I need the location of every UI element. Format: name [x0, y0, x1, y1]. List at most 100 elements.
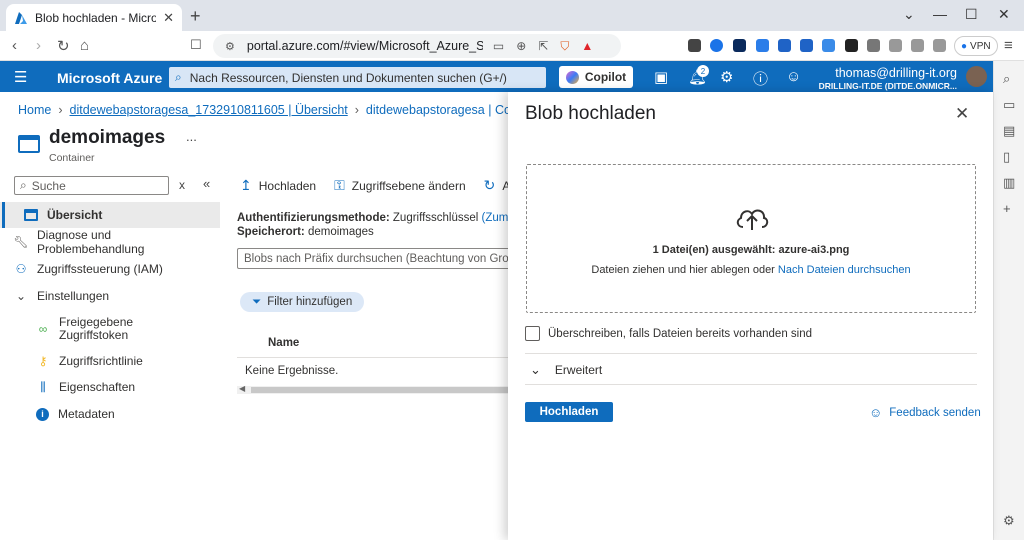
download-icon[interactable] — [911, 39, 924, 52]
menu-item-settings[interactable]: ⌄ Einstellungen — [14, 283, 220, 309]
upload-command[interactable]: ↥ Hochladen — [240, 177, 316, 194]
divider — [525, 353, 977, 354]
advanced-expander[interactable]: ⌄ Erweitert — [530, 362, 602, 378]
cast-icon[interactable]: ▭ — [493, 39, 504, 53]
user-tenant: DRILLING-IT.DE (DITDE.ONMICR... — [818, 81, 957, 91]
extension-tool-icon[interactable] — [800, 39, 813, 52]
extension-lock-icon[interactable] — [845, 39, 858, 52]
browser-tab[interactable]: Blob hochladen - Microsoft Azure ✕ — [6, 4, 182, 31]
browser-toolbar: ‹ › ↻ ⌂ ☐ ⚙ portal.azure.com/#view/Micro… — [0, 31, 1024, 61]
forward-icon[interactable]: › — [36, 37, 41, 54]
sidebar-settings-icon[interactable]: ⚙ — [1003, 513, 1015, 529]
chevron-down-icon: ⌄ — [15, 289, 27, 303]
feedback-person-icon: ☺ — [869, 405, 883, 420]
breadcrumb-home[interactable]: Home — [18, 103, 51, 117]
upload-blob-panel: Blob hochladen ✕ 1 Datei(en) ausgewählt:… — [508, 92, 993, 540]
clear-search-icon[interactable]: x — [179, 178, 185, 192]
menu-item-properties[interactable]: ⫼ Eigenschaften — [36, 374, 242, 400]
brave-rewards-icon[interactable]: ▲ — [581, 39, 593, 53]
extension-translate-icon[interactable] — [822, 39, 835, 52]
global-search-input[interactable]: ⌕ Nach Ressourcen, Diensten und Dokument… — [169, 67, 546, 88]
browser-menu-icon[interactable]: ≡ — [1004, 37, 1013, 54]
cloud-shell-icon[interactable]: ▣ — [654, 68, 668, 86]
sidebar-search-icon[interactable]: ⌕ — [1003, 71, 1010, 87]
add-filter-button[interactable]: ⏷ Filter hinzufügen — [240, 292, 365, 312]
vpn-button[interactable]: ● VPN — [954, 36, 998, 56]
menu-item-metadata[interactable]: i Metadaten — [36, 401, 242, 427]
collapse-menu-icon[interactable]: « — [203, 176, 210, 191]
menu-item-sas[interactable]: ∞ Freigegebene Zugriffstoken — [36, 314, 242, 344]
breadcrumb-overview[interactable]: ditdewebapstoragesa_1732910811605 | Über… — [70, 103, 348, 117]
maximize-icon[interactable]: ☐ — [965, 6, 978, 23]
page-subtitle: Container — [49, 152, 95, 164]
zoom-icon[interactable]: ⊕ — [516, 39, 526, 53]
panel-title: Blob hochladen — [525, 103, 656, 124]
tab-close-icon[interactable]: ✕ — [163, 10, 174, 26]
search-icon: ⌕ — [20, 178, 27, 192]
brave-shield-icon[interactable]: ⛉ — [560, 39, 569, 54]
copilot-button[interactable]: Copilot — [559, 66, 633, 88]
upload-button[interactable]: Hochladen — [525, 402, 613, 422]
link-icon: ∞ — [38, 322, 48, 336]
settings-gear-icon[interactable]: ⚙ — [720, 68, 733, 86]
azure-brand[interactable]: Microsoft Azure — [57, 70, 162, 86]
portal-menu-icon[interactable]: ☰ — [14, 68, 27, 86]
overwrite-checkbox[interactable]: Überschreiben, falls Dateien bereits vor… — [525, 326, 812, 341]
user-email: thomas@drilling-it.org — [835, 66, 957, 80]
close-icon[interactable]: ✕ — [955, 104, 969, 124]
file-drop-zone[interactable]: 1 Datei(en) ausgewählt: azure-ai3.png Da… — [526, 164, 976, 313]
menu-item-diagnose[interactable]: 🔧︎ Diagnose und Problembehandlung — [13, 228, 220, 256]
share-icon[interactable]: ⇱ — [538, 39, 548, 53]
column-header-name[interactable]: Name — [268, 337, 299, 349]
feedback-icon[interactable]: ☺ — [786, 68, 801, 85]
reload-icon[interactable]: ↻ — [57, 37, 70, 55]
extension-sync-icon[interactable] — [710, 39, 723, 52]
bookmark-icon[interactable]: ☐ — [190, 37, 202, 53]
more-options-icon[interactable]: ... — [186, 129, 197, 144]
sidebar-add-icon[interactable]: + — [1003, 201, 1011, 216]
account-menu[interactable]: thomas@drilling-it.org DRILLING-IT.DE (D… — [819, 66, 957, 91]
breadcrumb-separator-icon: › — [354, 103, 359, 117]
sidebar-video-icon[interactable]: ▭ — [1003, 97, 1015, 113]
info-icon: i — [36, 407, 49, 421]
address-bar[interactable]: ⚙ portal.azure.com/#view/Microsoft_Azure… — [213, 34, 621, 58]
back-icon[interactable]: ‹ — [12, 37, 17, 54]
help-icon[interactable]: ⓘ — [753, 68, 768, 89]
extension-x-icon[interactable] — [733, 39, 746, 52]
menu-item-iam[interactable]: ⚇ Zugriffssteuerung (IAM) — [14, 256, 220, 282]
extension-puzzle-icon[interactable] — [688, 39, 701, 52]
sidebar-bookmark-icon[interactable]: ▯ — [1003, 149, 1010, 165]
extension-gear-icon[interactable] — [778, 39, 791, 52]
checkbox-box[interactable] — [525, 326, 540, 341]
tab-list-chevron-icon[interactable]: ⌄ — [903, 6, 915, 23]
horizontal-scrollbar[interactable]: ◀ — [237, 384, 508, 394]
home-icon[interactable]: ⌂ — [80, 37, 89, 54]
cloud-upload-icon — [736, 209, 769, 230]
wallet-icon[interactable] — [933, 39, 946, 52]
sidebar-toggle-icon[interactable] — [889, 39, 902, 52]
menu-search-input[interactable]: ⌕ Suche — [14, 176, 169, 195]
extension-grid-icon[interactable] — [756, 39, 769, 52]
new-tab-icon[interactable]: + — [190, 6, 201, 27]
breadcrumb-separator-icon: › — [58, 103, 63, 117]
site-info-icon[interactable]: ⚙ — [225, 40, 235, 53]
extensions-icon[interactable] — [867, 39, 880, 52]
browse-files-link[interactable]: Nach Dateien durchsuchen — [778, 264, 911, 276]
change-access-level-command[interactable]: ⚿ Zugriffsebene ändern — [334, 177, 466, 194]
global-search-placeholder: Nach Ressourcen, Diensten und Dokumenten… — [189, 70, 507, 85]
browser-tab-strip: Blob hochladen - Microsoft Azure ✕ + ⌄ —… — [0, 0, 1024, 31]
scroll-left-icon[interactable]: ◀ — [239, 384, 245, 393]
send-feedback-link[interactable]: ☺ Feedback senden — [869, 405, 981, 420]
menu-item-overview[interactable]: Übersicht — [0, 202, 220, 228]
scrollbar-thumb[interactable] — [251, 387, 508, 393]
window-close-icon[interactable]: ✕ — [998, 6, 1010, 23]
menu-item-access-policy[interactable]: ⚷ Zugriffsrichtlinie — [36, 348, 242, 374]
blob-prefix-search-input[interactable]: Blobs nach Präfix durchsuchen (Beachtung… — [237, 248, 508, 269]
filter-plus-icon: ⏷ — [252, 295, 262, 308]
sidebar-wallet-icon[interactable]: ▤ — [1003, 123, 1015, 139]
minimize-icon[interactable]: — — [933, 6, 947, 22]
sidebar-reading-icon[interactable]: ▥ — [1003, 175, 1015, 191]
avatar[interactable] — [966, 66, 987, 87]
empty-results-text: Keine Ergebnisse. — [245, 365, 339, 377]
breadcrumb: Home › ditdewebapstoragesa_1732910811605… — [18, 103, 549, 117]
